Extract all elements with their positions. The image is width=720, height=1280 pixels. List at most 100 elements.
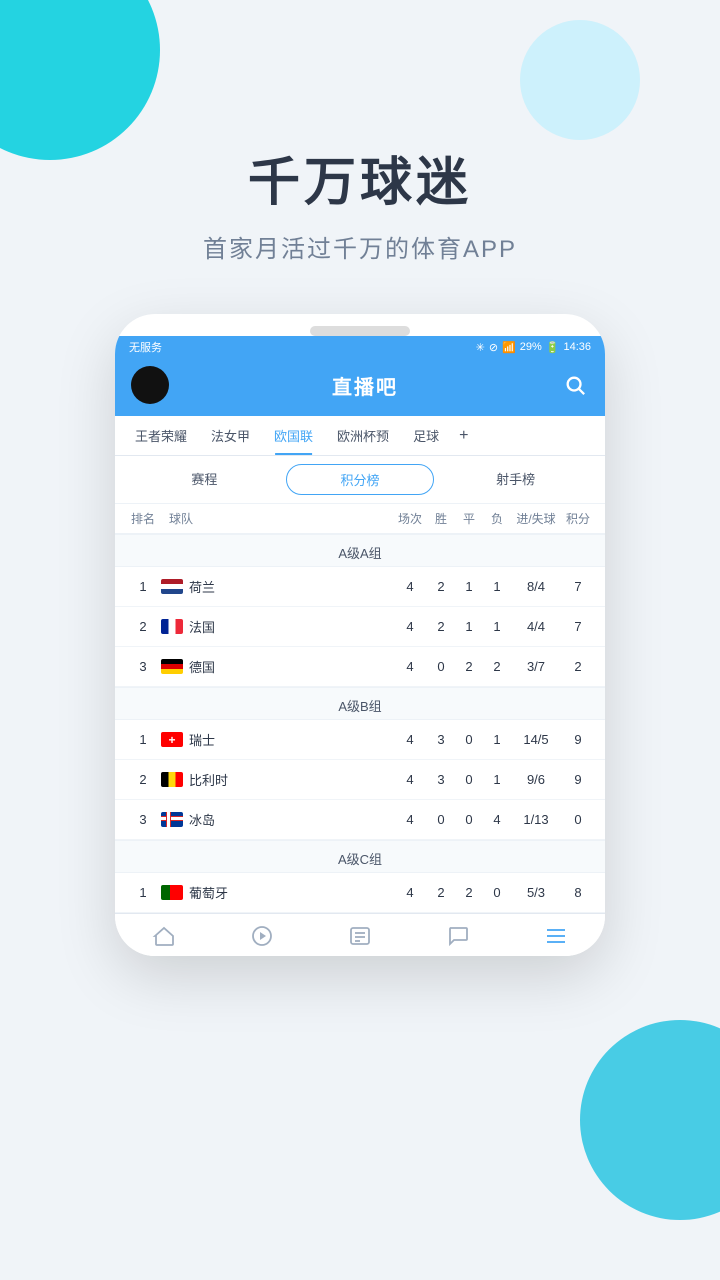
play-icon bbox=[250, 924, 274, 948]
team-switzerland: 瑞士 bbox=[161, 730, 393, 749]
bottom-nav-chat[interactable] bbox=[409, 924, 507, 948]
rank-3a: 3 bbox=[125, 659, 161, 674]
pts-1c: 8 bbox=[561, 885, 595, 900]
rank-2a: 2 bbox=[125, 619, 161, 634]
lose-1b: 1 bbox=[483, 732, 511, 747]
table-header: 排名 球队 场次 胜 平 负 进/失球 积分 bbox=[115, 504, 605, 534]
nav-tab-add[interactable]: + bbox=[451, 417, 476, 455]
rank-2b: 2 bbox=[125, 772, 161, 787]
phone-wrapper: 无服务 ✳ ⊘ 📶 29% 🔋 14:36 直播吧 王者荣耀 bbox=[0, 314, 720, 956]
team-name: 法国 bbox=[189, 617, 215, 636]
gd-2b: 9/6 bbox=[511, 772, 561, 787]
search-button[interactable] bbox=[561, 371, 589, 399]
group-b-label: A级B组 bbox=[115, 687, 605, 720]
col-win: 胜 bbox=[427, 510, 455, 527]
gd-1c: 5/3 bbox=[511, 885, 561, 900]
bottom-nav-play[interactable] bbox=[213, 924, 311, 948]
table-row[interactable]: 1 瑞士 4 3 0 1 14/5 9 bbox=[115, 720, 605, 760]
team-name: 瑞士 bbox=[189, 730, 215, 749]
tab-fajia[interactable]: 法女甲 bbox=[199, 416, 262, 455]
bottom-nav-news[interactable] bbox=[311, 924, 409, 948]
rank-1c: 1 bbox=[125, 885, 161, 900]
sub-tabs: 赛程 积分榜 射手榜 bbox=[115, 456, 605, 504]
games-1c: 4 bbox=[393, 885, 427, 900]
subtab-schedule[interactable]: 赛程 bbox=[131, 464, 278, 495]
win-1c: 2 bbox=[427, 885, 455, 900]
bottom-nav bbox=[115, 913, 605, 956]
team-name: 冰岛 bbox=[189, 810, 215, 829]
lose-3a: 2 bbox=[483, 659, 511, 674]
table-row[interactable]: 2 比利时 4 3 0 1 9/6 9 bbox=[115, 760, 605, 800]
app-title: 直播吧 bbox=[332, 371, 398, 400]
phone-mockup: 无服务 ✳ ⊘ 📶 29% 🔋 14:36 直播吧 王者荣耀 bbox=[115, 314, 605, 956]
tab-zuqiu[interactable]: 足球 bbox=[401, 416, 451, 455]
app-header: 直播吧 bbox=[115, 358, 605, 416]
main-title: 千万球迷 bbox=[0, 140, 720, 215]
table-row[interactable]: 1 荷兰 4 2 1 1 8/4 7 bbox=[115, 567, 605, 607]
nav-tabs: 王者荣耀 法女甲 欧国联 欧洲杯预 足球 + bbox=[115, 416, 605, 456]
win-3b: 0 bbox=[427, 812, 455, 827]
table-row[interactable]: 3 德国 4 0 2 2 3/7 2 bbox=[115, 647, 605, 687]
app-logo[interactable] bbox=[131, 366, 169, 404]
flag-is bbox=[161, 812, 183, 827]
col-games: 场次 bbox=[393, 510, 427, 527]
col-draw: 平 bbox=[455, 510, 483, 527]
status-bar: 无服务 ✳ ⊘ 📶 29% 🔋 14:36 bbox=[115, 336, 605, 358]
win-2a: 2 bbox=[427, 619, 455, 634]
subtab-scorers[interactable]: 射手榜 bbox=[442, 464, 589, 495]
gd-1b: 14/5 bbox=[511, 732, 561, 747]
lose-2a: 1 bbox=[483, 619, 511, 634]
lose-2b: 1 bbox=[483, 772, 511, 787]
table-row[interactable]: 1 葡萄牙 4 2 2 0 5/3 8 bbox=[115, 873, 605, 913]
wifi-icon: ⊘ bbox=[489, 341, 498, 354]
bluetooth-icon: ✳ bbox=[476, 341, 485, 354]
team-belgium: 比利时 bbox=[161, 770, 393, 789]
flag-be bbox=[161, 772, 183, 787]
win-1b: 3 bbox=[427, 732, 455, 747]
standings-table: 排名 球队 场次 胜 平 负 进/失球 积分 A级A组 1 荷兰 4 2 1 bbox=[115, 504, 605, 913]
rank-1a: 1 bbox=[125, 579, 161, 594]
games-2a: 4 bbox=[393, 619, 427, 634]
gd-2a: 4/4 bbox=[511, 619, 561, 634]
team-france: 法国 bbox=[161, 617, 393, 636]
signal-icon: 📶 bbox=[502, 341, 516, 354]
subtab-standings[interactable]: 积分榜 bbox=[286, 464, 435, 495]
flag-nl bbox=[161, 579, 183, 594]
rank-3b: 3 bbox=[125, 812, 161, 827]
tab-wangzhe[interactable]: 王者荣耀 bbox=[123, 416, 199, 455]
header-section: 千万球迷 首家月活过千万的体育APP bbox=[0, 0, 720, 264]
battery-icon: 🔋 bbox=[546, 341, 560, 354]
table-row[interactable]: 2 法国 4 2 1 1 4/4 7 bbox=[115, 607, 605, 647]
win-3a: 0 bbox=[427, 659, 455, 674]
tab-ouguo[interactable]: 欧国联 bbox=[262, 416, 325, 455]
status-no-service: 无服务 bbox=[129, 339, 162, 355]
phone-notch bbox=[310, 326, 410, 336]
games-2b: 4 bbox=[393, 772, 427, 787]
flag-pt bbox=[161, 885, 183, 900]
gd-3a: 3/7 bbox=[511, 659, 561, 674]
bg-circle-bottomright bbox=[580, 1020, 720, 1220]
col-team: 球队 bbox=[161, 510, 393, 527]
list-icon bbox=[544, 924, 568, 948]
games-1b: 4 bbox=[393, 732, 427, 747]
win-1a: 2 bbox=[427, 579, 455, 594]
battery-percent: 29% bbox=[520, 341, 542, 353]
team-name: 德国 bbox=[189, 657, 215, 676]
flag-de bbox=[161, 659, 183, 674]
table-row[interactable]: 3 冰岛 4 0 0 4 1/13 0 bbox=[115, 800, 605, 840]
col-rank: 排名 bbox=[125, 510, 161, 527]
pts-3a: 2 bbox=[561, 659, 595, 674]
team-germany: 德国 bbox=[161, 657, 393, 676]
draw-1c: 2 bbox=[455, 885, 483, 900]
pts-2a: 7 bbox=[561, 619, 595, 634]
draw-3a: 2 bbox=[455, 659, 483, 674]
tab-ouzhou[interactable]: 欧洲杯预 bbox=[325, 416, 401, 455]
team-name: 荷兰 bbox=[189, 577, 215, 596]
search-icon bbox=[564, 374, 586, 396]
team-iceland: 冰岛 bbox=[161, 810, 393, 829]
bottom-nav-home[interactable] bbox=[115, 924, 213, 948]
bottom-nav-list[interactable] bbox=[507, 924, 605, 948]
status-right: ✳ ⊘ 📶 29% 🔋 14:36 bbox=[476, 341, 591, 354]
group-a-label: A级A组 bbox=[115, 534, 605, 567]
team-name: 葡萄牙 bbox=[189, 883, 228, 902]
